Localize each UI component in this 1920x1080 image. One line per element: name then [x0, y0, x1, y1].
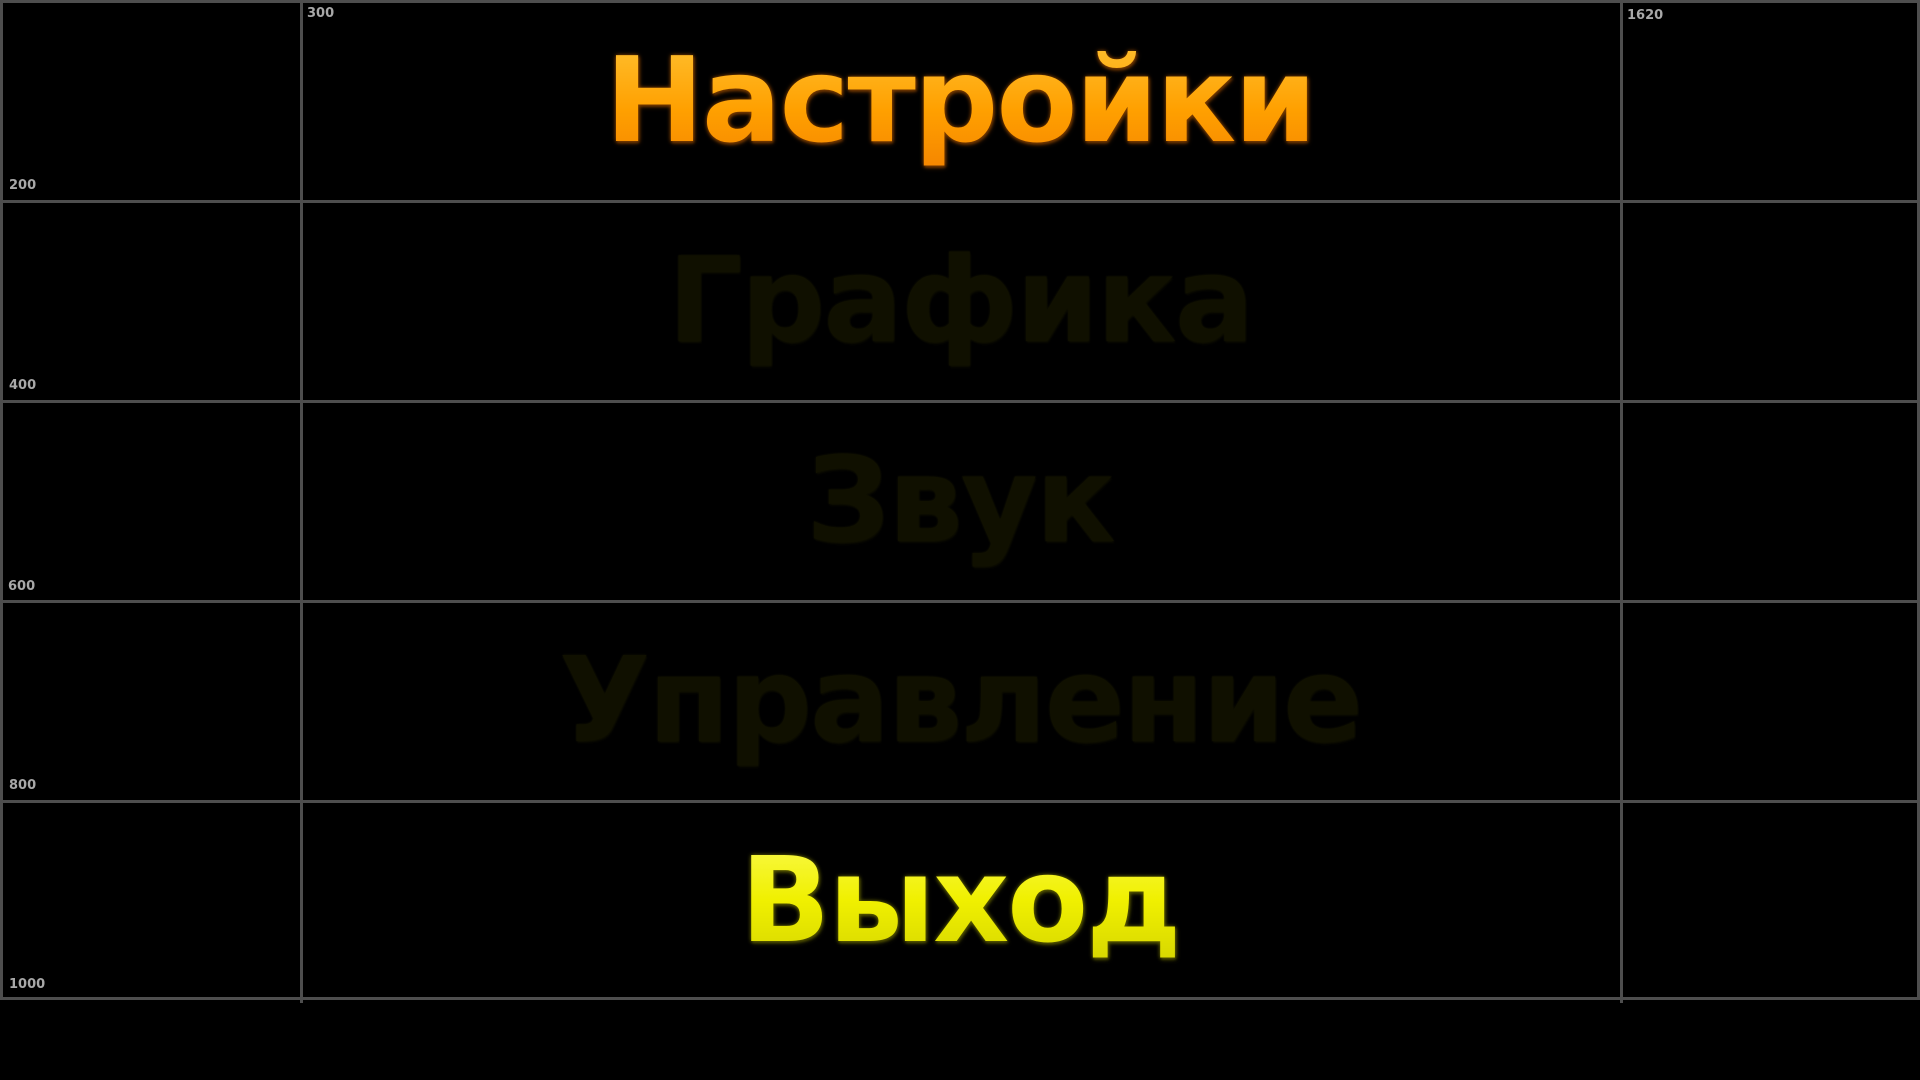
settings-title: Настройки — [300, 0, 1620, 200]
grid-label-row-3: 600 — [8, 579, 36, 594]
grid-label-row-4: 800 — [9, 778, 37, 793]
menu-item-graphics[interactable]: Графика — [300, 200, 1620, 400]
grid-line-col-2 — [1620, 3, 1623, 1003]
menu-item-sound[interactable]: Звук — [300, 400, 1620, 600]
menu-item-exit[interactable]: Выход — [300, 800, 1620, 1000]
grid-label-row-1: 200 — [9, 178, 37, 193]
settings-screen: 300 1620 200 400 600 800 1000 Настройки … — [0, 0, 1920, 1080]
grid-label-row-2: 400 — [9, 378, 37, 393]
grid-label-col-2: 1620 — [1627, 8, 1664, 23]
menu-item-controls[interactable]: Управление — [300, 600, 1620, 800]
grid-label-row-5: 1000 — [9, 977, 46, 992]
